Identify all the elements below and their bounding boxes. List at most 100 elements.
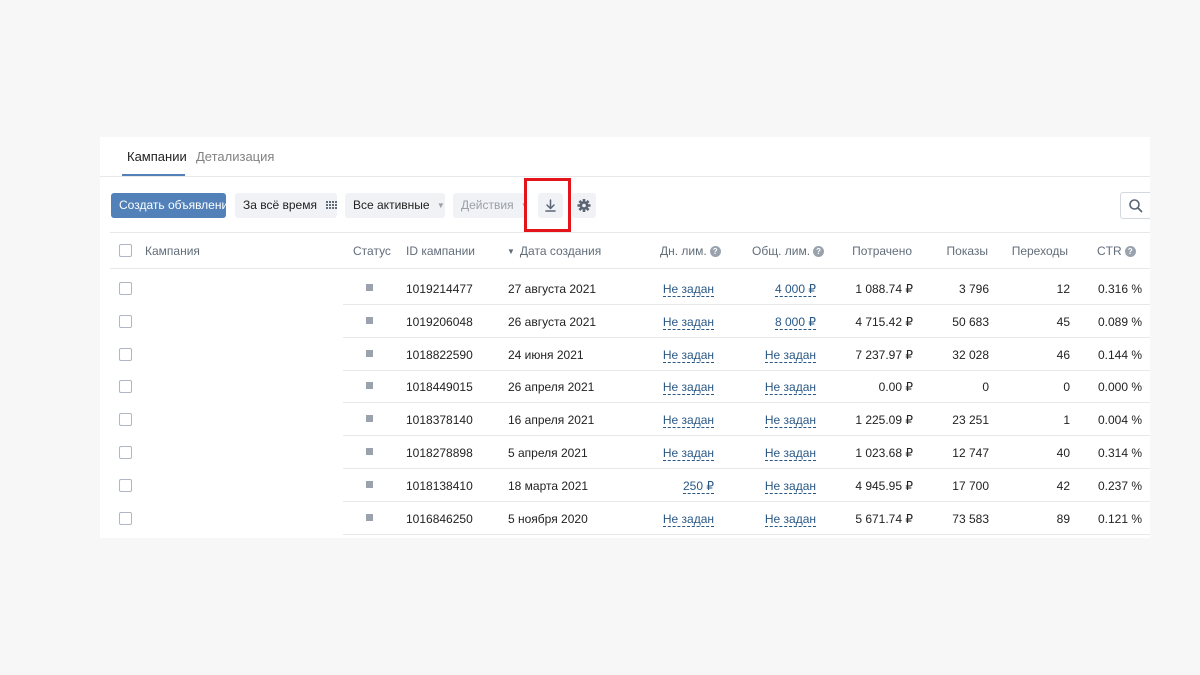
daily-limit-link[interactable]: Не задан [662,282,714,297]
total-limit-link[interactable]: Не задан [764,413,816,428]
clicks-value: 40 [1056,446,1070,460]
total-limit-link[interactable]: Не задан [764,380,816,395]
column-status[interactable]: Статус [353,244,391,258]
total-limit-link[interactable]: 4 000 ₽ [775,282,816,297]
total-limit-value: 4 000 ₽ [775,282,816,297]
created-date: 24 июня 2021 [508,348,584,362]
download-highlight-frame [524,178,571,232]
daily-limit-link[interactable]: Не задан [662,446,714,461]
row-checkbox[interactable] [119,512,132,525]
impressions-value: 12 747 [952,446,989,460]
created-date: 26 августа 2021 [508,315,597,329]
column-created[interactable]: ▼ Дата создания [507,244,601,258]
period-label: За всё время [243,198,317,212]
campaign-id: 1018822590 [406,348,473,362]
daily-limit-link[interactable]: Не задан [662,512,714,527]
chevron-down-icon: ▼ [436,201,445,211]
ctr-value: 0.000 % [1098,380,1143,394]
row-checkbox[interactable] [119,282,132,295]
active-tab-indicator [122,174,185,176]
actions-label: Действия [461,198,514,212]
period-select[interactable]: За всё время [235,193,338,218]
row-checkbox[interactable] [119,413,132,426]
actions-select[interactable]: Действия ▼ [453,193,529,218]
created-date: 27 августа 2021 [508,282,597,296]
tab-details[interactable]: Детализация [196,149,274,164]
row-checkbox[interactable] [119,315,132,328]
daily-limit-link[interactable]: Не задан [662,348,714,363]
daily-limit-value: Не задан [662,315,714,330]
create-ad-label: Создать объявление [119,198,235,212]
table-row[interactable]: 1019214477 27 августа 2021 Не задан 4 000 ₽… [110,272,1150,305]
column-clicks[interactable]: Переходы [1012,244,1068,258]
tab-bar: Кампании Детализация [100,137,1150,177]
table-header: Кампания Статус ID кампании ▼ Дата создан… [110,232,1150,269]
created-date: 26 апреля 2021 [508,380,595,394]
total-limit-link[interactable]: Не задан [764,348,816,363]
row-checkbox[interactable] [119,479,132,492]
table-row[interactable]: 1018822590 24 июня 2021 Не задан Не задан 7 … [110,338,1150,371]
ctr-value: 0.004 % [1098,413,1143,427]
search-input[interactable] [1120,192,1150,219]
impressions-value: 73 583 [952,512,989,526]
campaign-id: 1018138410 [406,479,473,493]
help-icon[interactable]: ? [813,246,825,257]
campaign-id: 1018378140 [406,413,473,427]
campaigns-panel: Кампании Детализация Создать объявление … [100,137,1150,538]
spent-value: 7 237.97 ₽ [855,348,913,362]
tab-campaigns[interactable]: Кампании [127,149,187,164]
daily-limit-link[interactable]: Не задан [662,380,714,395]
status-indicator [366,350,373,357]
column-id[interactable]: ID кампании [406,244,475,258]
column-impressions[interactable]: Показы [947,244,988,258]
total-limit-link[interactable]: Не задан [764,446,816,461]
table-row[interactable]: 1018278898 5 апреля 2021 Не задан Не задан 1… [110,436,1150,469]
ctr-value: 0.121 % [1098,512,1143,526]
clicks-value: 12 [1056,282,1070,296]
table-row[interactable]: 1019206048 26 августа 2021 Не задан 8 000 ₽… [110,305,1150,338]
campaign-id: 1019206048 [406,315,473,329]
daily-limit-link[interactable]: Не задан [662,315,714,330]
status-indicator [366,284,373,291]
status-filter-label: Все активные [353,198,430,212]
daily-limit-value: Не задан [662,380,714,395]
status-indicator [366,415,373,422]
table-row[interactable]: 1018378140 16 апреля 2021 Не задан Не задан… [110,403,1150,436]
row-checkbox[interactable] [119,446,132,459]
created-date: 5 апреля 2021 [508,446,588,460]
created-date: 16 апреля 2021 [508,413,595,427]
column-spent[interactable]: Потрачено [852,244,912,258]
daily-limit-link[interactable]: 250 ₽ [683,479,714,494]
total-limit-value: Не задан [764,413,816,428]
total-limit-link[interactable]: 8 000 ₽ [775,315,816,330]
status-filter-select[interactable]: Все активные ▼ [345,193,445,218]
ctr-value: 0.314 % [1098,446,1143,460]
table-row[interactable]: 1018449015 26 апреля 2021 Не задан Не задан… [110,370,1150,403]
row-checkbox[interactable] [119,348,132,361]
column-ctr[interactable]: CTR? [1097,244,1136,258]
spent-value: 1 225.09 ₽ [855,413,913,427]
clicks-value: 89 [1056,512,1070,526]
impressions-value: 23 251 [952,413,989,427]
settings-button[interactable] [572,193,596,218]
help-icon[interactable]: ? [709,246,721,257]
table-row[interactable]: 1018138410 18 марта 2021 250 ₽ Не задан 4 94… [110,469,1150,502]
column-total-limit[interactable]: Общ. лим.? [752,244,825,258]
select-all-checkbox[interactable] [119,244,132,257]
column-daily-limit[interactable]: Дн. лим.? [660,244,721,258]
total-limit-link[interactable]: Не задан [764,479,816,494]
ctr-value: 0.089 % [1098,315,1143,329]
total-limit-link[interactable]: Не задан [764,512,816,527]
daily-limit-link[interactable]: Не задан [662,413,714,428]
total-limit-value: Не задан [764,380,816,395]
create-ad-button[interactable]: Создать объявление [111,193,235,218]
impressions-value: 17 700 [952,479,989,493]
campaign-id: 1019214477 [406,282,473,296]
table-row[interactable]: 1016846250 5 ноября 2020 Не задан Не задан 5… [110,502,1150,535]
total-limit-value: 8 000 ₽ [775,315,816,330]
column-campaign[interactable]: Кампания [145,244,200,258]
help-icon[interactable]: ? [1124,246,1136,257]
row-checkbox[interactable] [119,380,132,393]
total-limit-value: Не задан [764,348,816,363]
spent-value: 4 715.42 ₽ [855,315,913,329]
